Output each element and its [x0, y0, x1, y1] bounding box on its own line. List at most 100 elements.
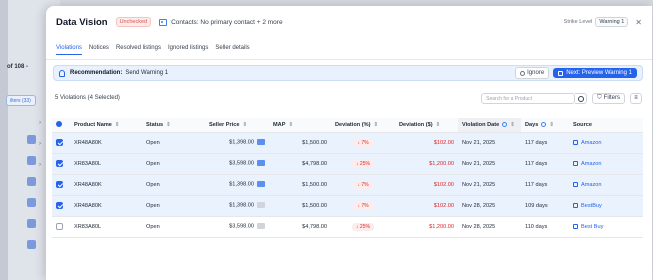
- violations-table: Product Name ⇕ Status ⇕ Seller Price ⇕ MAP ⇕…: [52, 118, 643, 238]
- ignore-button[interactable]: Ignore: [515, 67, 550, 79]
- search-icon[interactable]: [575, 92, 588, 104]
- table-row[interactable]: XR48A80K Open $1,398.00 $1,500.00 ↓ 7% $…: [52, 195, 643, 217]
- sort-icon: ⇕: [242, 121, 248, 128]
- background-row-icon: [27, 156, 36, 165]
- violation-date-cell: Nov 28, 2025: [458, 216, 521, 238]
- source-link[interactable]: Amazon: [569, 132, 643, 154]
- ignore-icon: [520, 70, 526, 76]
- deviation-pct-cell: ↓ 7%: [331, 174, 395, 196]
- sort-icon: ⇕: [373, 121, 379, 128]
- modal-header: Data Vision Unchecked Contacts: No prima…: [56, 15, 642, 29]
- external-link-icon: [573, 160, 578, 166]
- select-all-toggle[interactable]: [56, 120, 62, 127]
- tab-ignored-listings[interactable]: Ignored listings: [168, 45, 208, 55]
- tab-resolved-listings[interactable]: Resolved listings: [116, 45, 161, 55]
- contact-card-icon: [159, 18, 168, 26]
- lightbulb-icon: [59, 69, 65, 77]
- source-link[interactable]: Amazon: [569, 153, 643, 175]
- column-header-status[interactable]: Status ⇕: [142, 118, 205, 133]
- background-chevron-icon: ›: [39, 141, 41, 147]
- tab-seller-details[interactable]: Seller details: [215, 45, 249, 55]
- deviation-usd-cell: $102.00: [395, 195, 458, 217]
- background-row-icon: [27, 219, 36, 228]
- recommendation-value: Send Warning 1: [125, 70, 169, 76]
- screenshot-icon[interactable]: [257, 223, 265, 230]
- filter-icon: ⛉: [597, 94, 602, 101]
- contacts-summary[interactable]: Contacts: No primary contact + 2 more: [171, 19, 282, 26]
- column-header-days[interactable]: Days ⇕: [521, 118, 569, 133]
- days-cell: 117 days: [521, 153, 569, 175]
- row-checkbox[interactable]: [56, 223, 63, 230]
- filters-label: Filters: [603, 95, 620, 101]
- row-checkbox[interactable]: [56, 202, 63, 209]
- column-header-deviation-pct[interactable]: Deviation (%) ⇕: [331, 118, 395, 133]
- screenshot-icon[interactable]: [257, 202, 265, 209]
- external-link-icon: [573, 181, 578, 187]
- deviation-usd-cell: $102.00: [395, 132, 458, 154]
- sort-icon: ⇕: [510, 121, 515, 128]
- violation-date-cell: Nov 21, 2025: [458, 132, 521, 154]
- deviation-pct-badge: ↓ 7%: [353, 180, 373, 189]
- deviation-usd-cell: $1,200.00: [395, 153, 458, 175]
- columns-menu-icon[interactable]: ≡: [630, 92, 642, 104]
- map-cell: $4,798.00: [269, 216, 331, 238]
- map-cell: $4,798.00: [269, 153, 331, 175]
- days-cell: 109 days: [521, 195, 569, 217]
- column-header-source[interactable]: Source: [569, 118, 643, 133]
- background-chevron-icon: ›: [39, 162, 41, 168]
- external-link-icon: [573, 139, 578, 145]
- violation-date-cell: Nov 21, 2025: [458, 174, 521, 196]
- map-cell: $1,500.00: [269, 132, 331, 154]
- column-header-map[interactable]: MAP ⇕: [269, 118, 331, 133]
- deviation-usd-cell: $1,200.00: [395, 216, 458, 238]
- table-row[interactable]: XR48A80K Open $1,398.00 $1,500.00 ↓ 7% $…: [52, 132, 643, 154]
- row-checkbox[interactable]: [56, 181, 63, 188]
- source-link[interactable]: BestBuy: [569, 195, 643, 217]
- recommendation-label: Recommendation:: [70, 70, 123, 76]
- column-header-violation-date[interactable]: Violation Date ⇕: [458, 118, 521, 133]
- product-name-cell: XR48A80K: [70, 195, 142, 217]
- deviation-pct-badge: ↓ 25%: [352, 159, 374, 168]
- screenshot-icon[interactable]: [257, 160, 265, 167]
- source-link[interactable]: Best Buy: [569, 216, 643, 238]
- seller-price-cell: $1,398.00: [205, 174, 269, 196]
- seller-price-cell: $3,598.00: [205, 153, 269, 175]
- sort-icon: ⇕: [435, 121, 441, 128]
- deviation-pct-badge: ↓ 7%: [353, 138, 373, 147]
- seller-price-cell: $1,398.00: [205, 195, 269, 217]
- strike-level-badge: Warning 1: [595, 17, 629, 27]
- search-input[interactable]: Search for a Product: [481, 92, 576, 104]
- deviation-pct-badge: ↓ 25%: [352, 222, 374, 231]
- close-icon[interactable]: ✕: [635, 18, 642, 27]
- column-header-deviation-usd[interactable]: Deviation ($) ⇕: [395, 118, 458, 133]
- status-cell: Open: [142, 195, 205, 217]
- status-cell: Open: [142, 216, 205, 238]
- sort-icon: ⇕: [114, 121, 120, 128]
- days-cell: 117 days: [521, 174, 569, 196]
- preview-icon: [558, 70, 564, 76]
- background-filter-chip[interactable]: ilters (33): [6, 95, 36, 106]
- tab-notices[interactable]: Notices: [89, 45, 109, 55]
- info-icon: [541, 121, 547, 127]
- background-sidebar: [0, 0, 8, 280]
- screenshot-icon[interactable]: [257, 181, 265, 188]
- column-header-product[interactable]: Product Name ⇕: [70, 118, 142, 133]
- filters-button[interactable]: ⛉ Filters: [592, 92, 625, 104]
- screenshot-icon[interactable]: [257, 139, 265, 146]
- source-link[interactable]: Amazon: [569, 174, 643, 196]
- status-cell: Open: [142, 153, 205, 175]
- table-toolbar: 5 Violations (4 Selected) Search for a P…: [55, 92, 642, 104]
- deviation-pct-cell: ↓ 7%: [331, 132, 395, 154]
- table-row[interactable]: XR83A80L Open $3,598.00 $4,798.00 ↓ 25% …: [52, 216, 643, 238]
- row-checkbox[interactable]: [56, 139, 63, 146]
- next-preview-warning-button[interactable]: Next: Preview Warning 1: [553, 68, 637, 78]
- violation-date-cell: Nov 28, 2025: [458, 195, 521, 217]
- map-cell: $1,500.00: [269, 195, 331, 217]
- table-header-row: Product Name ⇕ Status ⇕ Seller Price ⇕ MAP ⇕…: [52, 118, 643, 133]
- table-row[interactable]: XR83A80L Open $3,598.00 $4,798.00 ↓ 25% …: [52, 153, 643, 175]
- table-row[interactable]: XR48A80K Open $1,398.00 $1,500.00 ↓ 7% $…: [52, 174, 643, 196]
- column-header-seller-price[interactable]: Seller Price ⇕: [205, 118, 269, 133]
- seller-price-cell: $3,598.00: [205, 216, 269, 238]
- row-checkbox[interactable]: [56, 160, 63, 167]
- tab-violations[interactable]: Violations: [56, 45, 82, 55]
